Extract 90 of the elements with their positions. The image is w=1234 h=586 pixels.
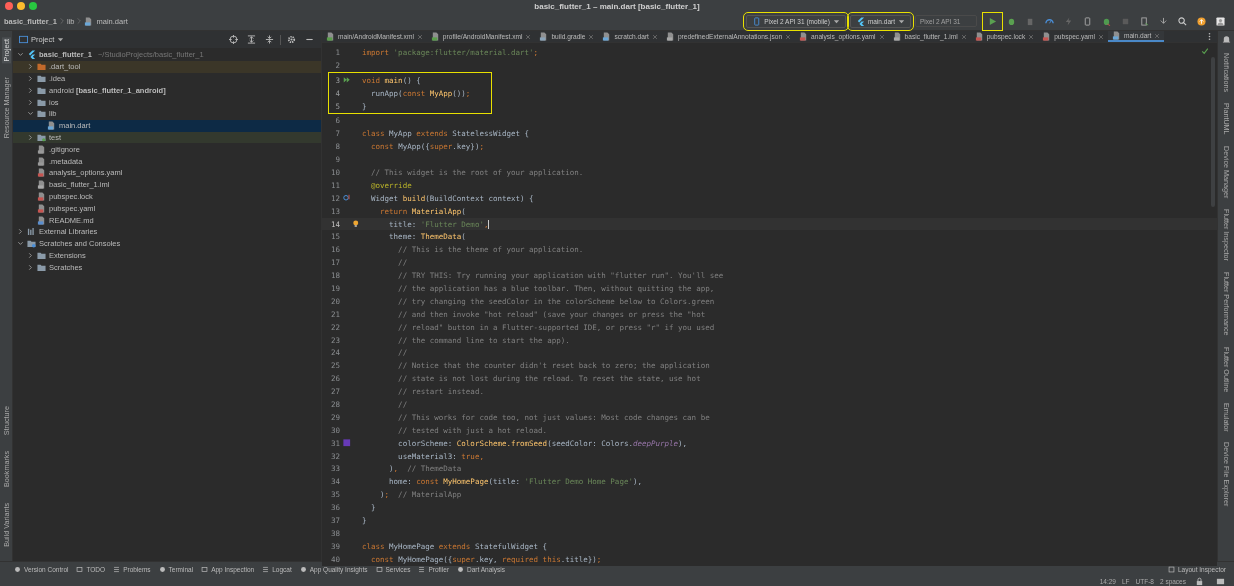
device-icon[interactable] [1140, 16, 1149, 26]
run-button[interactable] [985, 14, 1000, 28]
check-icon[interactable] [1201, 47, 1209, 55]
file-icon [539, 32, 549, 41]
tool-window-icon [113, 565, 121, 573]
lightning-icon[interactable] [1064, 16, 1073, 26]
chevron-icon[interactable] [27, 98, 34, 106]
chevron-icon[interactable] [17, 51, 24, 59]
tool-window-icon [1167, 565, 1175, 573]
close-icon[interactable] [1154, 32, 1161, 39]
close-icon[interactable] [960, 33, 967, 40]
chevron-icon[interactable] [27, 133, 34, 141]
file-icon [1042, 32, 1052, 41]
panel-icon [19, 35, 28, 44]
maximize-icon[interactable] [29, 2, 37, 10]
chevron-icon[interactable] [27, 251, 34, 259]
update-icon[interactable] [1197, 16, 1206, 26]
file-icon [602, 32, 612, 41]
dropdown-icon[interactable] [57, 36, 65, 43]
close-icon[interactable] [416, 33, 423, 40]
close-icon[interactable] [525, 33, 532, 40]
file-icon [84, 16, 94, 26]
file-icon [37, 156, 46, 166]
chevron-icon[interactable] [17, 228, 24, 236]
chevron-icon [77, 17, 82, 25]
override-icon[interactable] [343, 194, 351, 202]
close-icon[interactable] [1028, 33, 1035, 40]
bell-icon[interactable] [1221, 35, 1231, 44]
window-title: basic_flutter_1 – main.dart [basic_flutter_1] [534, 1, 700, 11]
tool-window-icon [14, 565, 21, 573]
file-icon [37, 144, 46, 154]
tool-window-icon [158, 565, 166, 573]
search-icon[interactable] [1178, 16, 1187, 26]
folder-icon [37, 132, 46, 142]
chevron-icon[interactable] [27, 75, 34, 82]
library-icon [27, 227, 36, 237]
lock-icon[interactable] [1195, 576, 1204, 586]
file-icon [1111, 31, 1121, 40]
file-icon [974, 32, 984, 41]
download-icon[interactable] [1159, 16, 1168, 26]
lightbulb-icon[interactable] [352, 220, 360, 228]
avatar-icon[interactable] [1216, 16, 1225, 26]
chevron-icon[interactable] [27, 86, 34, 94]
crosshair-icon[interactable] [229, 35, 238, 44]
chevron-icon[interactable] [27, 110, 34, 118]
flutter-icon [27, 50, 36, 60]
dropdown-icon [832, 17, 840, 25]
color-swatch-icon[interactable] [343, 439, 351, 447]
bug-icon[interactable] [1102, 16, 1111, 26]
tool-window-icon [262, 565, 270, 573]
dropdown-icon [898, 17, 905, 25]
file-icon [799, 32, 809, 41]
run-icon[interactable] [343, 76, 351, 84]
file-icon [37, 215, 46, 225]
folder-icon [27, 239, 36, 249]
file-icon [37, 191, 46, 201]
tool-window-icon [457, 565, 465, 573]
tool-window-icon [375, 565, 383, 573]
file-icon [37, 180, 46, 190]
file-icon [37, 203, 46, 213]
file-icon [37, 168, 46, 178]
bug-icon[interactable] [1007, 16, 1016, 26]
file-icon [47, 121, 56, 131]
tool-window-icon [299, 565, 307, 573]
close-icon[interactable] [878, 33, 885, 40]
close-icon[interactable] [588, 33, 595, 40]
expand-all-icon[interactable] [247, 35, 256, 44]
collapse-all-icon[interactable] [265, 35, 274, 44]
settings-icon[interactable] [287, 35, 296, 44]
file-icon [665, 32, 675, 41]
chevron-icon[interactable] [27, 63, 34, 71]
flutter-icon [855, 16, 865, 26]
minimize-icon[interactable] [17, 2, 25, 10]
file-icon [892, 32, 902, 41]
close-icon[interactable] [1097, 33, 1104, 40]
chevron-icon [59, 17, 64, 25]
close-icon[interactable] [651, 33, 658, 40]
file-icon [326, 32, 335, 41]
file-icon [430, 32, 440, 41]
tool-window-icon [201, 565, 209, 573]
phone-icon[interactable] [1083, 16, 1092, 26]
gauge-icon[interactable] [1045, 16, 1054, 26]
play-icon [988, 16, 997, 26]
tool-window-icon [76, 565, 84, 573]
phone-icon [752, 16, 762, 26]
chevron-icon[interactable] [17, 240, 24, 248]
close-icon[interactable] [785, 33, 792, 40]
tool-window-icon [418, 565, 426, 573]
close-icon[interactable] [5, 2, 13, 10]
chevron-icon[interactable] [27, 263, 34, 271]
